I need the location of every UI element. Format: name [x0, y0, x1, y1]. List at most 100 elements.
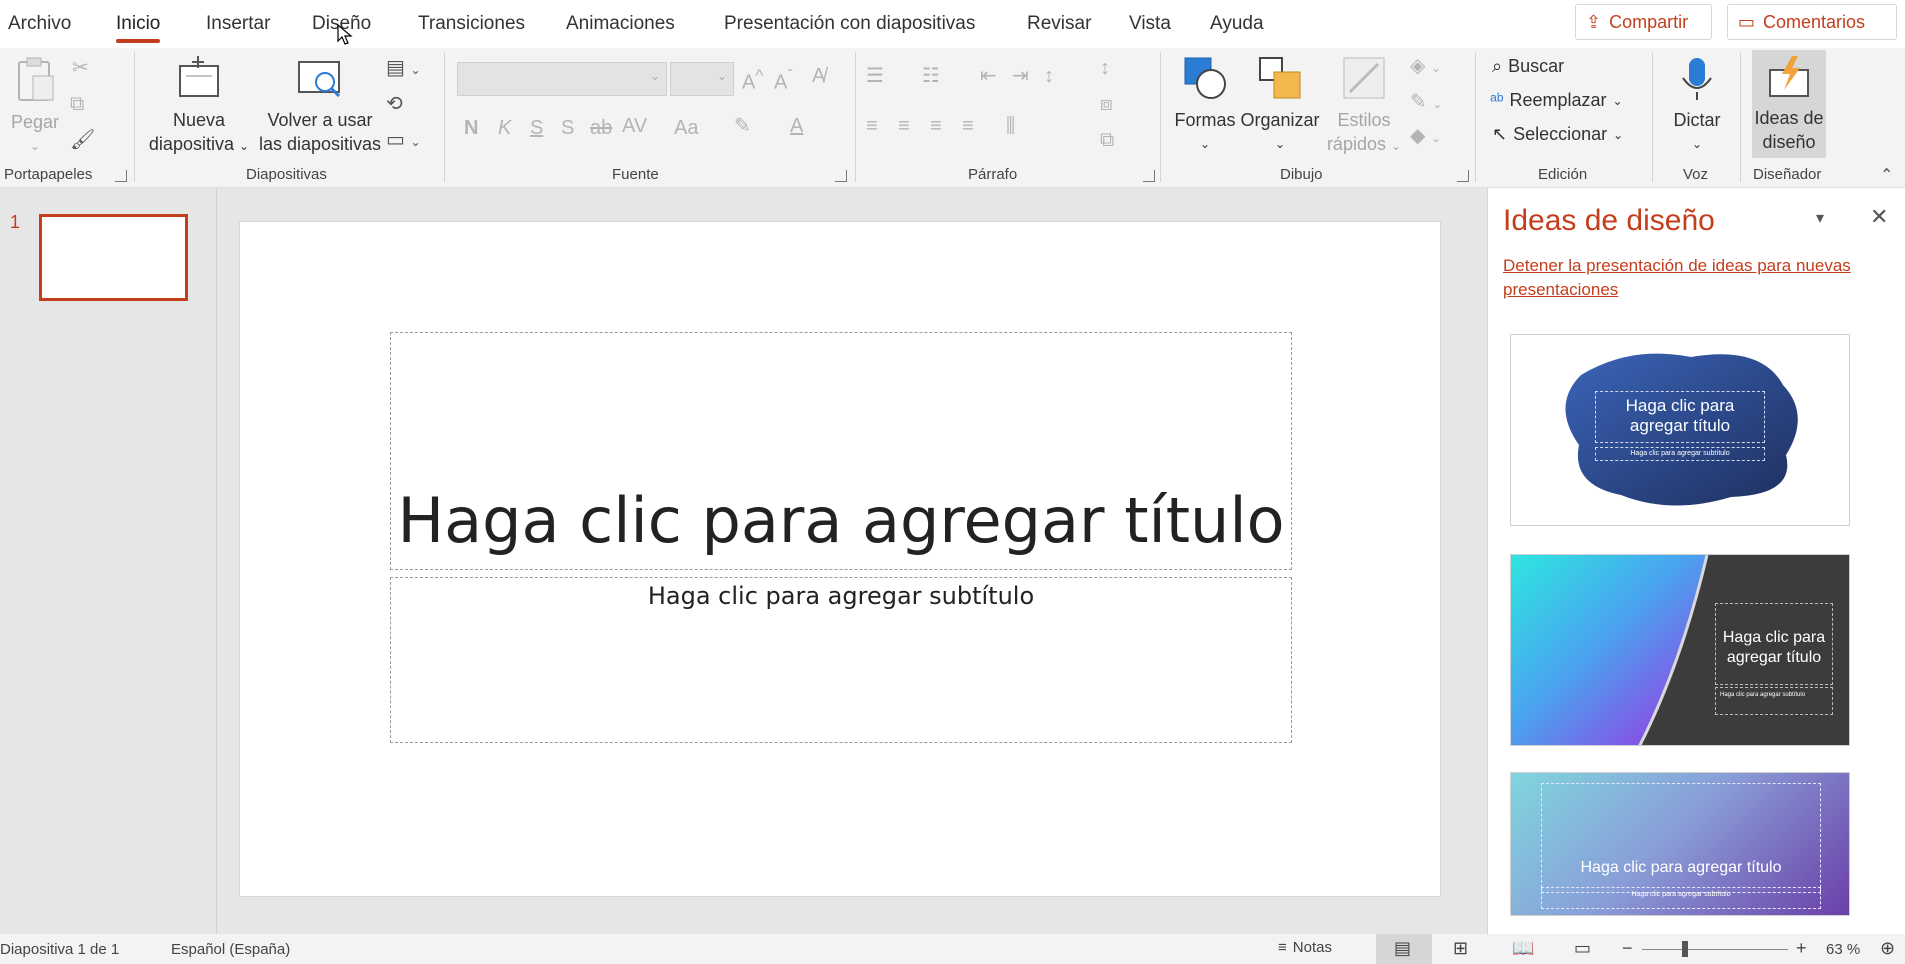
chevron-down-icon: ⌄ — [1613, 127, 1624, 142]
shape-fill-icon[interactable]: ◈ ⌄ — [1410, 56, 1441, 78]
font-family-select[interactable]: ⌄ — [457, 62, 667, 96]
change-case-button[interactable]: Aa — [674, 118, 698, 138]
zoom-out-icon[interactable]: − — [1622, 938, 1633, 959]
slide-sorter-icon[interactable]: ⊞ — [1453, 938, 1468, 959]
dialog-launcher-icon[interactable] — [1143, 170, 1155, 182]
columns-icon[interactable]: ⫼ — [1006, 116, 1015, 136]
shape-effects-icon[interactable]: ◆ ⌄ — [1410, 126, 1441, 148]
zoom-in-icon[interactable]: + — [1796, 938, 1807, 959]
tab-presentacion[interactable]: Presentación con diapositivas — [724, 13, 975, 35]
tab-inicio[interactable]: Inicio — [116, 13, 161, 43]
tab-transiciones[interactable]: Transiciones — [418, 13, 525, 35]
group-divider — [444, 52, 445, 182]
cut-icon[interactable]: ✂ — [72, 58, 89, 78]
chevron-down-icon: ⌄ — [1612, 93, 1623, 108]
dictate-button[interactable]: Dictar ⌄ — [1660, 56, 1734, 156]
shapes-button[interactable]: Formas ⌄ — [1170, 56, 1240, 156]
pointer-icon: ↖ — [1492, 124, 1508, 144]
align-right-icon[interactable]: ≡ — [930, 116, 942, 136]
dialog-launcher-icon[interactable] — [835, 170, 847, 182]
clear-format-icon[interactable]: A̸ — [812, 66, 825, 86]
design-idea-card[interactable]: Haga clic para agregar título Haga clic … — [1510, 334, 1850, 526]
slide-thumbnail[interactable] — [39, 214, 188, 301]
find-button[interactable]: ⌕ Buscar — [1492, 56, 1564, 77]
select-button[interactable]: ↖ Seleccionar ⌄ — [1492, 124, 1623, 145]
notes-button[interactable]: ≡ Notas — [1278, 939, 1332, 956]
replace-button[interactable]: ᵃᵇ Reemplazar ⌄ — [1490, 90, 1623, 111]
font-color-icon[interactable]: A — [790, 116, 803, 136]
group-divider — [1475, 52, 1476, 182]
tab-vista[interactable]: Vista — [1129, 13, 1171, 35]
bold-button[interactable]: N — [464, 118, 478, 138]
design-ideas-button[interactable]: Ideas de diseño — [1752, 50, 1826, 158]
tab-animaciones[interactable]: Animaciones — [566, 13, 675, 35]
chevron-down-icon: ⌄ — [239, 139, 250, 153]
bullets-icon[interactable]: ☰ — [866, 66, 884, 86]
design-idea-card[interactable]: Haga clic para agregar título Haga clic … — [1510, 772, 1850, 916]
chevron-down-icon: ⌄ — [1199, 137, 1211, 151]
tab-ayuda[interactable]: Ayuda — [1210, 13, 1264, 35]
paste-button[interactable]: Pegar ⌄ — [10, 56, 60, 158]
justify-icon[interactable]: ≡ — [962, 116, 974, 136]
tab-revisar[interactable]: Revisar — [1027, 13, 1091, 35]
new-slide-icon — [179, 56, 219, 97]
arrange-button[interactable]: Organizar ⌄ — [1240, 56, 1320, 156]
group-label-portapapeles: Portapapeles — [4, 166, 93, 183]
zoom-level[interactable]: 63 % — [1826, 941, 1860, 958]
increase-indent-icon[interactable]: ⇥ — [1012, 66, 1029, 86]
design-idea-card[interactable]: Haga clic para agregar título Haga clic … — [1510, 554, 1850, 746]
tab-archivo[interactable]: Archivo — [8, 13, 71, 35]
group-label-fuente: Fuente — [612, 166, 659, 183]
slideshow-icon[interactable]: ▭ — [1574, 938, 1591, 959]
decrease-indent-icon[interactable]: ⇤ — [980, 66, 997, 86]
normal-view-button[interactable]: ▤ — [1376, 934, 1432, 964]
pane-title: Ideas de diseño — [1503, 204, 1715, 237]
line-spacing-icon[interactable]: ↕ — [1044, 66, 1054, 86]
numbering-icon[interactable]: ☷ — [922, 66, 940, 86]
reading-view-icon[interactable]: 📖 — [1512, 938, 1534, 959]
shadow-button[interactable]: S — [561, 118, 574, 138]
section-icon[interactable]: ▭ ⌄ — [386, 130, 421, 152]
new-slide-button[interactable]: Nueva diapositiva ⌄ — [140, 56, 258, 158]
smartart-icon[interactable]: ⧉ — [1100, 130, 1114, 150]
copy-icon[interactable]: ⧉ — [70, 94, 84, 114]
reuse-slides-button[interactable]: Volver a usar las diapositivas — [256, 56, 384, 156]
text-direction-icon[interactable]: ↕ — [1100, 58, 1110, 78]
shape-outline-icon[interactable]: ✎ ⌄ — [1410, 92, 1442, 114]
group-divider — [134, 52, 135, 182]
language-status[interactable]: Español (España) — [171, 941, 290, 958]
title-placeholder[interactable]: Haga clic para agregar título — [390, 332, 1292, 570]
share-button[interactable]: ⇪ Compartir — [1575, 4, 1712, 40]
align-text-icon[interactable]: ⧈ — [1100, 94, 1113, 114]
tab-insertar[interactable]: Insertar — [206, 13, 270, 35]
dialog-launcher-icon[interactable] — [115, 170, 127, 182]
close-icon[interactable]: ✕ — [1870, 204, 1888, 230]
collapse-ribbon-icon[interactable]: ⌃ — [1880, 166, 1893, 186]
chevron-down-icon: ⌄ — [1274, 137, 1286, 151]
zoom-slider[interactable] — [1642, 949, 1788, 950]
pane-options-icon[interactable]: ▾ — [1816, 208, 1824, 228]
dialog-launcher-icon[interactable] — [1457, 170, 1469, 182]
underline-button[interactable]: S — [530, 118, 543, 138]
notes-icon: ≡ — [1278, 939, 1287, 956]
slide-canvas[interactable]: Haga clic para agregar título Haga clic … — [239, 221, 1441, 897]
align-left-icon[interactable]: ≡ — [866, 116, 878, 136]
stop-ideas-link[interactable]: Detener la presentación de ideas para nu… — [1503, 254, 1883, 302]
shrink-font-icon[interactable]: Aˇ — [774, 66, 793, 93]
layout-icon[interactable]: ▤ ⌄ — [386, 58, 421, 80]
reset-icon[interactable]: ⟲ — [386, 94, 403, 114]
format-painter-icon[interactable]: 🖌 — [70, 130, 95, 150]
highlight-icon[interactable]: ✎ — [734, 116, 751, 136]
fit-to-window-icon[interactable]: ⊕ — [1880, 938, 1895, 959]
group-divider — [1740, 52, 1741, 182]
align-center-icon[interactable]: ≡ — [898, 116, 910, 136]
comments-button[interactable]: ▭ Comentarios — [1727, 4, 1897, 40]
quick-styles-button[interactable]: Estilos rápidos ⌄ — [1326, 56, 1402, 158]
strikethrough-button[interactable]: ab — [590, 118, 612, 138]
grow-font-icon[interactable]: A^ — [742, 66, 763, 93]
zoom-slider-thumb[interactable] — [1682, 941, 1688, 957]
font-size-select[interactable]: ⌄ — [670, 62, 734, 96]
char-spacing-button[interactable]: AV — [622, 116, 647, 136]
italic-button[interactable]: K — [498, 118, 511, 138]
subtitle-placeholder[interactable]: Haga clic para agregar subtítulo — [390, 577, 1292, 743]
